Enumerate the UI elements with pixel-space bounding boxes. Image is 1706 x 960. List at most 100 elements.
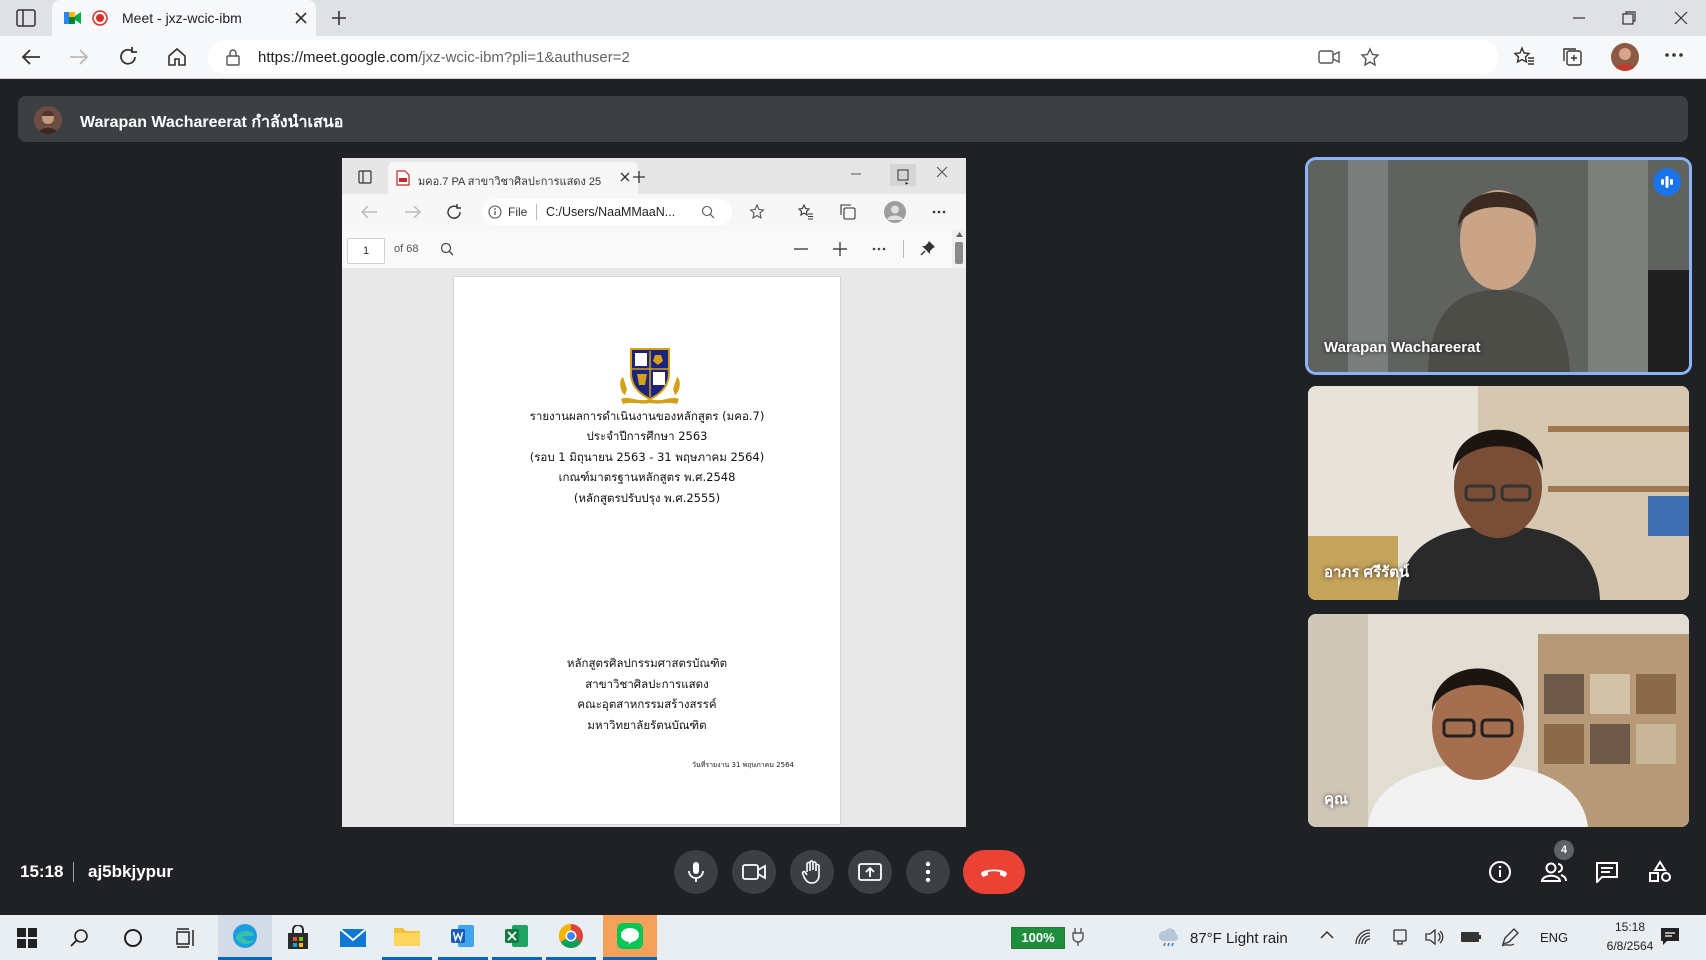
store-icon <box>288 924 308 949</box>
shared-info-icon <box>488 205 502 219</box>
shared-tab-title: มคอ.7 PA สาขาวิชาศิลปะการแสดง 25 <box>418 176 602 188</box>
task-view-button[interactable] <box>161 915 211 960</box>
pdf-file-icon <box>396 170 410 186</box>
cortana-icon <box>124 928 142 947</box>
pdf-viewer: รายงานผลการดำเนินงานของหลักสูตร (มคอ.7) … <box>342 268 966 827</box>
cortana-button[interactable] <box>108 915 158 960</box>
microphone-icon <box>688 862 704 882</box>
windows-taskbar: 100% 87°F Light rain ENG 15:18 6/8/2564 <box>0 915 1706 960</box>
profile-avatar[interactable] <box>1611 43 1639 71</box>
shared-reload-icon <box>446 204 462 220</box>
shared-minimize-icon <box>850 168 862 180</box>
participants-button[interactable] <box>1538 856 1570 888</box>
microphone-button[interactable] <box>674 850 718 894</box>
participant-name-3: คุณ <box>1324 791 1348 808</box>
shared-screen: มคอ.7 PA สาขาวิชาศิลปะการแสดง 25 File C:… <box>342 158 966 827</box>
url-bar[interactable]: https://meet.google.com/jxz-wcic-ibm?pli… <box>208 40 1498 74</box>
chat-button[interactable] <box>1591 856 1623 888</box>
shared-zoom-icon <box>701 205 715 219</box>
more-options-button[interactable] <box>906 850 950 894</box>
speaking-indicator-icon <box>1653 168 1681 196</box>
minimize-window-icon[interactable] <box>1570 10 1588 26</box>
end-call-icon <box>981 869 1007 877</box>
battery-percentage[interactable]: 100% <box>1011 927 1065 949</box>
doc-title-line-4: เกณฑ์มาตรฐานหลักสูตร พ.ศ.2548 <box>558 470 736 484</box>
scroll-up-arrow-icon <box>956 232 963 237</box>
scroll-thumb <box>955 242 963 264</box>
notifications-icon[interactable] <box>1660 927 1680 947</box>
back-icon[interactable] <box>20 47 42 67</box>
network-icon[interactable] <box>1354 928 1372 946</box>
more-menu-icon[interactable] <box>1664 52 1684 58</box>
device-icon[interactable] <box>1392 928 1408 946</box>
shared-close-icon <box>936 166 948 178</box>
collections-icon[interactable] <box>1562 46 1584 68</box>
participants-count-badge: 4 <box>1554 840 1574 860</box>
weather-text[interactable]: 87°F Light rain <box>1190 930 1288 947</box>
close-tab-icon[interactable] <box>294 11 308 25</box>
volume-icon[interactable] <box>1424 928 1444 946</box>
presenter-text: Warapan Wachareerat กำลังนำเสนอ <box>80 114 344 131</box>
forward-icon[interactable] <box>68 47 90 67</box>
leave-call-button[interactable] <box>963 850 1025 894</box>
taskbar-date[interactable]: 6/8/2564 <box>1595 939 1665 953</box>
excel-taskbar-button[interactable] <box>492 915 542 960</box>
participant-tile-3[interactable]: คุณ <box>1308 614 1689 827</box>
restore-window-icon[interactable] <box>1620 9 1638 27</box>
meeting-details-button[interactable] <box>1484 856 1516 888</box>
lock-icon[interactable] <box>226 48 240 66</box>
reload-icon[interactable] <box>117 46 139 68</box>
activities-button[interactable] <box>1644 856 1676 888</box>
favorites-icon[interactable] <box>1513 46 1535 66</box>
search-icon <box>70 928 88 947</box>
new-tab-icon[interactable] <box>330 9 348 27</box>
taskbar-time[interactable]: 15:18 <box>1595 920 1665 934</box>
shared-file-path: C:/Users/NaaMMaaN... <box>546 205 676 219</box>
doc-title-line-2: ประจำปีการศึกษา 2563 <box>586 429 708 443</box>
shared-tab: มคอ.7 PA สาขาวิชาศิลปะการแสดง 25 <box>388 162 638 194</box>
present-screen-button[interactable] <box>848 850 892 894</box>
shared-tab-bar: มคอ.7 PA สาขาวิชาศิลปะการแสดง 25 <box>342 158 966 194</box>
mail-taskbar-button[interactable] <box>328 915 378 960</box>
weather-icon <box>1157 927 1181 947</box>
file-explorer-taskbar-button[interactable] <box>382 915 432 960</box>
shared-back-icon <box>360 205 378 219</box>
excel-icon <box>505 925 528 947</box>
chrome-taskbar-button[interactable] <box>546 915 596 960</box>
participant-name-1: Warapan Wachareerat <box>1324 339 1481 356</box>
shared-restore-icon <box>890 164 916 186</box>
camera-button[interactable] <box>732 850 776 894</box>
add-favorite-icon[interactable] <box>1360 47 1382 67</box>
browser-tab-meet[interactable]: Meet - jxz-wcic-ibm <box>52 0 316 36</box>
store-taskbar-button[interactable] <box>273 915 323 960</box>
zoom-in-icon <box>833 242 847 256</box>
shared-url-box: File C:/Users/NaaMMaaN... <box>482 199 732 225</box>
taskbar-search-button[interactable] <box>55 915 105 960</box>
page-total: of 68 <box>394 243 419 255</box>
line-taskbar-button[interactable] <box>603 915 657 960</box>
participant-tile-2[interactable]: อาภร ศรีรัตน์ <box>1308 386 1689 600</box>
doc-program-line-2: สาขาวิชาศิลปะการแสดง <box>585 677 709 691</box>
tab-actions-icon[interactable] <box>16 9 36 27</box>
doc-title-line-3: (รอบ 1 มิถุนายน 2563 - 31 พฤษภาคม 2564) <box>529 450 765 464</box>
shared-profile-icon <box>884 201 906 223</box>
windows-start-button[interactable] <box>2 915 52 960</box>
meeting-info-divider <box>73 862 74 882</box>
pen-icon[interactable] <box>1500 927 1520 947</box>
home-icon[interactable] <box>166 46 188 68</box>
input-language[interactable]: ENG <box>1540 930 1568 945</box>
shared-favorites-icon <box>798 204 814 220</box>
shared-file-label: File <box>508 205 528 219</box>
word-taskbar-button[interactable] <box>438 915 488 960</box>
participant-tile-1[interactable]: Warapan Wachareerat <box>1308 160 1689 372</box>
edge-taskbar-button[interactable] <box>218 915 272 960</box>
camera-in-use-icon[interactable] <box>1318 48 1340 66</box>
battery-icon[interactable] <box>1460 930 1482 944</box>
presenter-avatar <box>34 106 62 134</box>
raise-hand-button[interactable] <box>790 850 834 894</box>
close-window-icon[interactable] <box>1672 9 1690 27</box>
camera-icon <box>742 864 766 880</box>
show-hidden-icons-icon[interactable] <box>1320 930 1334 940</box>
shared-more-icon <box>932 210 946 214</box>
pin-toolbar-icon <box>920 240 936 256</box>
